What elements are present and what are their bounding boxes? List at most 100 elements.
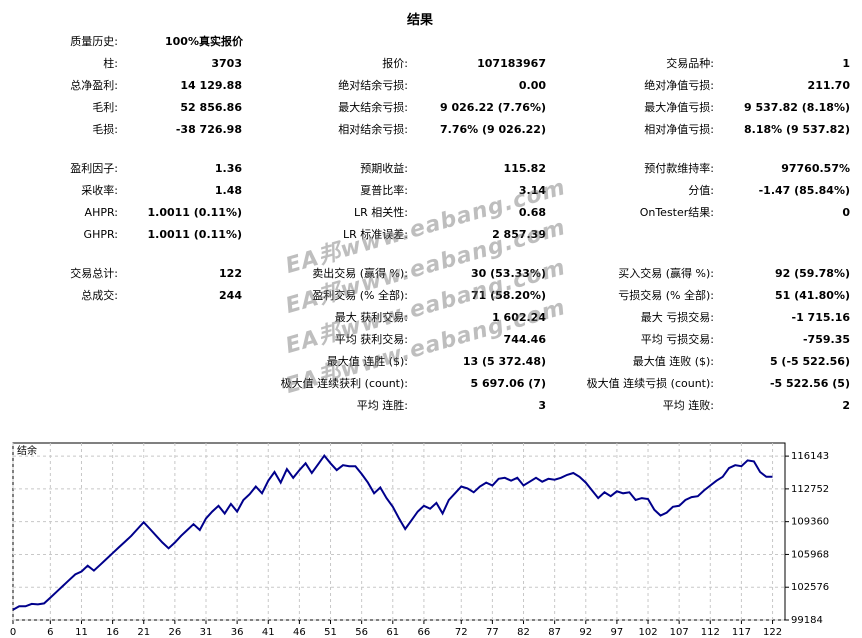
stat-label: 盈利因子: bbox=[70, 162, 118, 175]
stat-value: 9 537.82 (8.18%) bbox=[744, 101, 850, 114]
stat-label: 交易总计: bbox=[70, 267, 118, 280]
y-tick-label: 99184 bbox=[791, 615, 823, 626]
stat-value: 5 (-5 522.56) bbox=[769, 355, 850, 368]
stat-value: 3703 bbox=[211, 57, 242, 70]
stat-label: 交易品种: bbox=[666, 57, 714, 70]
stat-label: GHPR: bbox=[83, 228, 118, 241]
y-tick-label: 105968 bbox=[791, 549, 829, 560]
x-tick-label: 97 bbox=[611, 627, 624, 638]
stat-value: 7.76% (9 026.22) bbox=[440, 123, 546, 136]
x-tick-label: 41 bbox=[262, 627, 275, 638]
x-tick-label: 16 bbox=[106, 627, 119, 638]
stat-value: 244 bbox=[219, 289, 242, 302]
stat-label: AHPR: bbox=[84, 206, 118, 219]
stat-label: 极大值 连续亏损 (count): bbox=[586, 377, 714, 390]
stat-value: 1.36 bbox=[214, 162, 242, 175]
stat-label: 预付款维持率: bbox=[644, 162, 714, 175]
stat-value: 14 129.88 bbox=[180, 79, 242, 92]
stat-label: 报价: bbox=[382, 57, 408, 70]
x-tick-label: 112 bbox=[701, 627, 720, 638]
x-tick-label: 72 bbox=[455, 627, 468, 638]
stat-value: 2 bbox=[842, 399, 850, 412]
x-tick-label: 0 bbox=[10, 627, 16, 638]
stat-label: 采收率: bbox=[81, 184, 118, 197]
stat-value: 1 bbox=[842, 57, 850, 70]
x-tick-label: 26 bbox=[169, 627, 182, 638]
stat-value: 51 (41.80%) bbox=[774, 289, 850, 302]
x-tick-label: 82 bbox=[517, 627, 530, 638]
x-tick-label: 102 bbox=[638, 627, 657, 638]
stat-label: 买入交易 (赢得 %): bbox=[618, 267, 714, 280]
stat-value: 9 026.22 (7.76%) bbox=[440, 101, 546, 114]
stat-label: 分值: bbox=[688, 184, 714, 197]
x-tick-label: 122 bbox=[763, 627, 782, 638]
stat-value: 211.70 bbox=[807, 79, 850, 92]
stat-value: 3 bbox=[538, 399, 546, 412]
stat-value: 52 856.86 bbox=[180, 101, 242, 114]
chart-title: 结余 bbox=[17, 444, 37, 457]
y-tick-label: 112752 bbox=[791, 484, 829, 495]
report-title: 结果 bbox=[406, 13, 433, 28]
x-tick-label: 21 bbox=[137, 627, 150, 638]
x-tick-label: 51 bbox=[324, 627, 337, 638]
y-tick-label: 109360 bbox=[791, 517, 829, 528]
balance-chart: 0 6 11 16 21 26 31 36 41 46 51 56 61 66 72 77 82 87 92 97 10… bbox=[10, 442, 829, 638]
stat-label: 绝对净值亏损: bbox=[644, 79, 714, 92]
x-tick-label: 66 bbox=[418, 627, 431, 638]
stat-label: 总净盈利: bbox=[70, 79, 118, 92]
stat-label: 夏普比率: bbox=[360, 184, 408, 197]
x-tick-label: 92 bbox=[579, 627, 592, 638]
stat-value: 107183967 bbox=[477, 57, 546, 70]
stat-value: 97760.57% bbox=[781, 162, 850, 175]
stat-label: 最大值 连败 ($): bbox=[632, 355, 714, 368]
stat-value: -38 726.98 bbox=[175, 123, 242, 136]
stat-label: 毛损: bbox=[92, 123, 118, 136]
x-tick-label: 117 bbox=[732, 627, 751, 638]
stat-label: 绝对结余亏损: bbox=[338, 79, 408, 92]
stat-label: 平均 亏损交易: bbox=[640, 333, 714, 346]
stat-value: 100%真实报价 bbox=[165, 35, 243, 48]
x-tick-label: 11 bbox=[75, 627, 88, 638]
plot-frame bbox=[12, 442, 786, 621]
stat-value: -1 715.16 bbox=[791, 311, 851, 324]
stat-label: 相对净值亏损: bbox=[644, 123, 714, 136]
stat-value: 0.00 bbox=[518, 79, 546, 92]
x-tick-label: 87 bbox=[548, 627, 561, 638]
stat-value: -759.35 bbox=[802, 333, 850, 346]
stat-label: 柱: bbox=[103, 57, 118, 70]
stat-label: 最大 亏损交易: bbox=[640, 311, 714, 324]
y-tick-label: 102576 bbox=[791, 582, 829, 593]
stat-value: 92 (59.78%) bbox=[774, 267, 850, 280]
stat-value: 5 697.06 (7) bbox=[470, 377, 546, 390]
stat-value: 1.48 bbox=[214, 184, 242, 197]
stat-label: 总成交: bbox=[81, 289, 118, 302]
stat-label: 最大净值亏损: bbox=[644, 101, 714, 114]
y-tick-label: 116143 bbox=[791, 451, 829, 462]
stat-value: 1.0011 (0.11%) bbox=[147, 228, 243, 241]
stat-label: 亏损交易 (% 全部): bbox=[618, 289, 714, 302]
stat-label: LR 相关性: bbox=[354, 206, 408, 219]
stat-label: 相对结余亏损: bbox=[338, 123, 408, 136]
stat-label: 最大结余亏损: bbox=[338, 101, 408, 114]
stat-value: 122 bbox=[219, 267, 242, 280]
stat-value: 115.82 bbox=[503, 162, 546, 175]
stat-label: 平均 连胜: bbox=[356, 399, 408, 412]
x-tick-label: 61 bbox=[386, 627, 399, 638]
stat-value: 1.0011 (0.11%) bbox=[147, 206, 243, 219]
stat-label: 平均 连败: bbox=[662, 399, 714, 412]
stat-value: 0 bbox=[842, 206, 850, 219]
stat-value: -1.47 (85.84%) bbox=[758, 184, 850, 197]
stat-label: 预期收益: bbox=[360, 162, 408, 175]
stat-label: 毛利: bbox=[92, 101, 118, 114]
x-tick-label: 46 bbox=[293, 627, 306, 638]
x-tick-label: 6 bbox=[47, 627, 53, 638]
x-tick-label: 107 bbox=[670, 627, 689, 638]
x-tick-label: 56 bbox=[355, 627, 368, 638]
stat-value: -5 522.56 (5) bbox=[769, 377, 850, 390]
x-tick-label: 31 bbox=[200, 627, 213, 638]
stat-label: OnTester结果: bbox=[639, 206, 714, 219]
stat-value: 8.18% (9 537.82) bbox=[744, 123, 850, 136]
x-tick-label: 36 bbox=[231, 627, 244, 638]
x-tick-label: 77 bbox=[486, 627, 499, 638]
stat-label: 质量历史: bbox=[70, 35, 118, 48]
